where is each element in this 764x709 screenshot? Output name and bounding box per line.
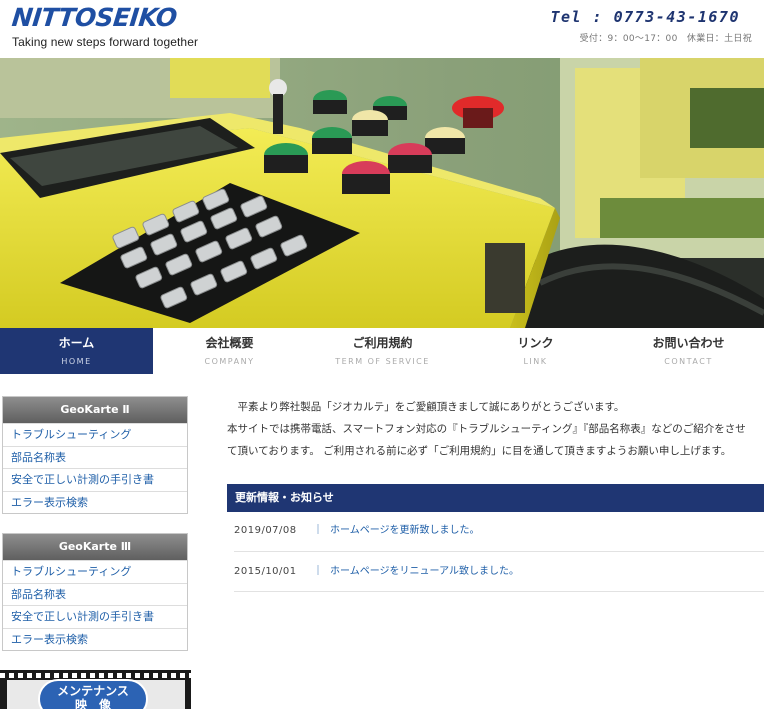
nav-label: お問い合わせ [652,336,725,350]
hero-image [0,58,764,328]
news-section-title: 更新情報・お知らせ [227,484,764,512]
news-date: 2015/10/01 [234,566,297,577]
nav-sublabel: HOME [61,357,92,366]
logo-tagline: Taking new steps forward together [12,35,199,49]
sidebar-link-troubleshooting[interactable]: トラブルシューティング [3,560,187,583]
nav-label: 会社概要 [205,336,254,350]
nav-sublabel: COMPANY [204,357,255,366]
news-separator: ｜ [313,566,323,577]
news-link[interactable]: ホームページを更新致しました。 [330,523,480,539]
logo[interactable]: NITTOSEIKO Taking new steps forward toge… [10,3,199,49]
news-item: 2019/07/08 ｜ ホームページを更新致しました。 [234,512,764,552]
sidebar-link-safety-guide[interactable]: 安全で正しい計測の手引き書 [3,468,187,491]
sidebar-menu-title: GeoKarte Ⅲ [3,534,187,560]
main-nav: ホーム HOME 会社概要 COMPANY ご利用規約 TERM OF SERV… [0,328,764,374]
sidebar-link-troubleshooting[interactable]: トラブルシューティング [3,423,187,446]
site-header: NITTOSEIKO Taking new steps forward toge… [0,0,764,58]
geokarte-3-menu: GeoKarte Ⅲ トラブルシューティング 部品名称表 安全で正しい計測の手引… [2,533,188,651]
maintenance-video-banner[interactable]: メンテナンス 映 像 [0,670,191,709]
nav-label: ホーム [58,336,95,350]
nav-home[interactable]: ホーム HOME [0,328,153,374]
nav-terms[interactable]: ご利用規約 TERM OF SERVICE [306,328,459,374]
sidebar-link-safety-guide[interactable]: 安全で正しい計測の手引き書 [3,605,187,628]
nav-sublabel: CONTACT [664,357,713,366]
nav-label: ご利用規約 [352,336,413,350]
sidebar-link-parts-list[interactable]: 部品名称表 [3,582,187,606]
business-hours: 受付：9：00〜17：00 休業日：土日祝 [579,34,752,44]
news-separator: ｜ [313,525,323,536]
nav-sublabel: LINK [523,357,548,366]
sidebar-link-parts-list[interactable]: 部品名称表 [3,445,187,469]
maintenance-video-label: メンテナンス 映 像 [38,679,148,709]
nav-label: リンク [517,336,554,350]
film-strip-decoration [0,673,191,678]
nav-company[interactable]: 会社概要 COMPANY [153,328,306,374]
phone-number: Tel : 0773-43-1670 [550,8,740,26]
sidebar-link-error-search[interactable]: エラー表示検索 [3,490,187,514]
nav-contact[interactable]: お問い合わせ CONTACT [612,328,764,374]
main-content: 平素より弊社製品「ジオカルテ」をご愛顧頂きまして誠にありがとうございます。 本サ… [227,396,764,592]
logo-wordmark: NITTOSEIKO [10,3,179,32]
nav-sublabel: TERM OF SERVICE [335,357,430,366]
sidebar-menu-title: GeoKarte Ⅱ [3,397,187,423]
sidebar: GeoKarte Ⅱ トラブルシューティング 部品名称表 安全で正しい計測の手引… [0,396,191,670]
intro-line: 平素より弊社製品「ジオカルテ」をご愛顧頂きまして誠にありがとうございます。 [227,401,625,413]
maintenance-label-line2: 映 像 [74,698,111,709]
maintenance-label-line1: メンテナンス [57,684,129,698]
nav-link[interactable]: リンク LINK [459,328,612,374]
news-item: 2015/10/01 ｜ ホームページをリニューアル致しました。 [234,552,764,592]
news-link[interactable]: ホームページをリニューアル致しました。 [330,564,519,580]
intro-line: 本サイトでは携帯電話、スマートフォン対応の『トラブルシューティング』『部品名称表… [227,423,746,435]
hero-device-illustration [0,58,764,328]
sidebar-link-error-search[interactable]: エラー表示検索 [3,627,187,651]
news-date: 2019/07/08 [234,525,297,536]
intro-line: て頂いております。 ご利用される前に必ず「ご利用規約」に目を通して頂きますようお… [227,445,732,457]
geokarte-2-menu: GeoKarte Ⅱ トラブルシューティング 部品名称表 安全で正しい計測の手引… [2,396,188,514]
intro-text: 平素より弊社製品「ジオカルテ」をご愛顧頂きまして誠にありがとうございます。 本サ… [227,396,764,462]
